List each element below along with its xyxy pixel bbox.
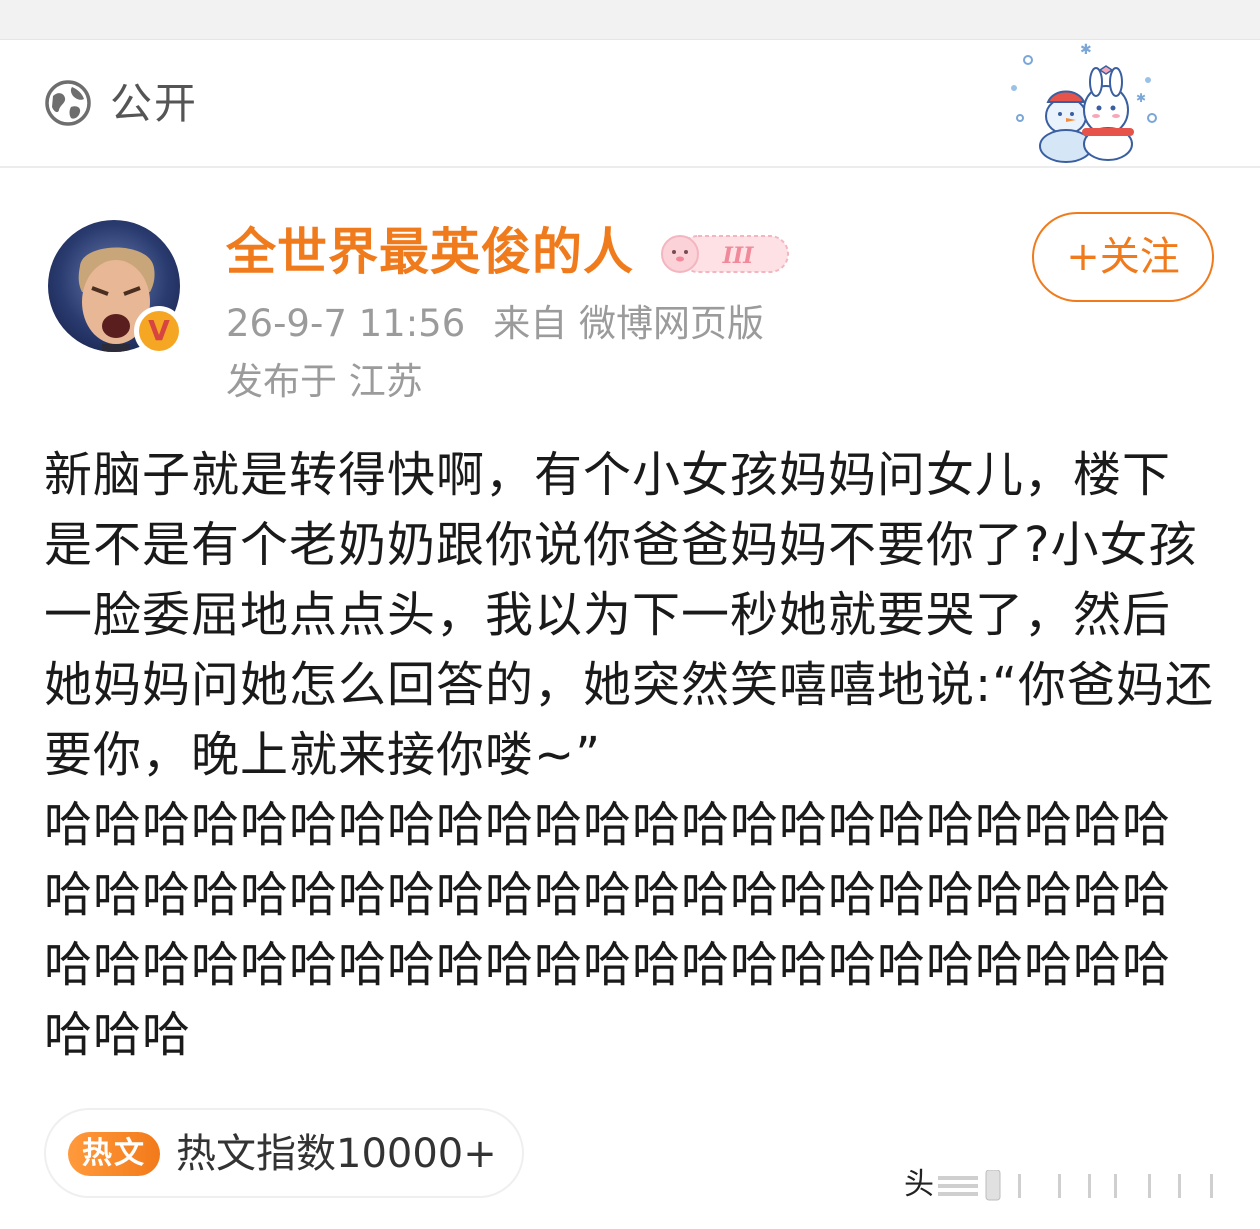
hot-index-text: 热文指数10000+ [176, 1131, 497, 1177]
post-time: 26-9-7 11:56 [226, 302, 466, 345]
visibility-label: 公开 [110, 79, 199, 128]
svg-text:✱: ✱ [1080, 42, 1092, 58]
hot-tag: 热文 [68, 1132, 160, 1176]
globe-icon [45, 80, 91, 126]
follow-button[interactable]: +关注 [1032, 212, 1214, 302]
hot-index-pill[interactable]: 热文 热文指数10000+ [44, 1108, 524, 1198]
watermark-text: 头 [904, 1167, 934, 1202]
post-source[interactable]: 来自 微博网页版 [493, 302, 764, 345]
watermark: 头 [904, 1162, 1234, 1208]
post-meta: 26-9-7 11:56 来自 微博网页版 [226, 302, 764, 346]
level-badge: III [661, 235, 789, 273]
verified-badge: V [134, 306, 184, 356]
verified-v-icon: V [139, 311, 179, 351]
svg-text:✱: ✱ [1136, 91, 1146, 105]
visibility-row: 公开 ✱ ✱ [0, 40, 1260, 168]
post-location: 发布于 江苏 [226, 360, 423, 403]
level-badge-text: III [722, 243, 755, 269]
post-content: 新脑子就是转得快啊，有个小女孩妈妈问女儿，楼下是不是有个老奶奶跟你说你爸爸妈妈不… [44, 447, 1215, 1063]
top-strip [0, 0, 1260, 40]
watermark-logo-icon [938, 1170, 1213, 1201]
snowman-sticker-icon: ✱ ✱ [1011, 42, 1157, 163]
post-header: V 全世界最英俊的人 III 26-9-7 11:56 来自 微博网页版 发布于 … [0, 168, 1260, 428]
author-name[interactable]: 全世界最英俊的人 [226, 222, 634, 282]
